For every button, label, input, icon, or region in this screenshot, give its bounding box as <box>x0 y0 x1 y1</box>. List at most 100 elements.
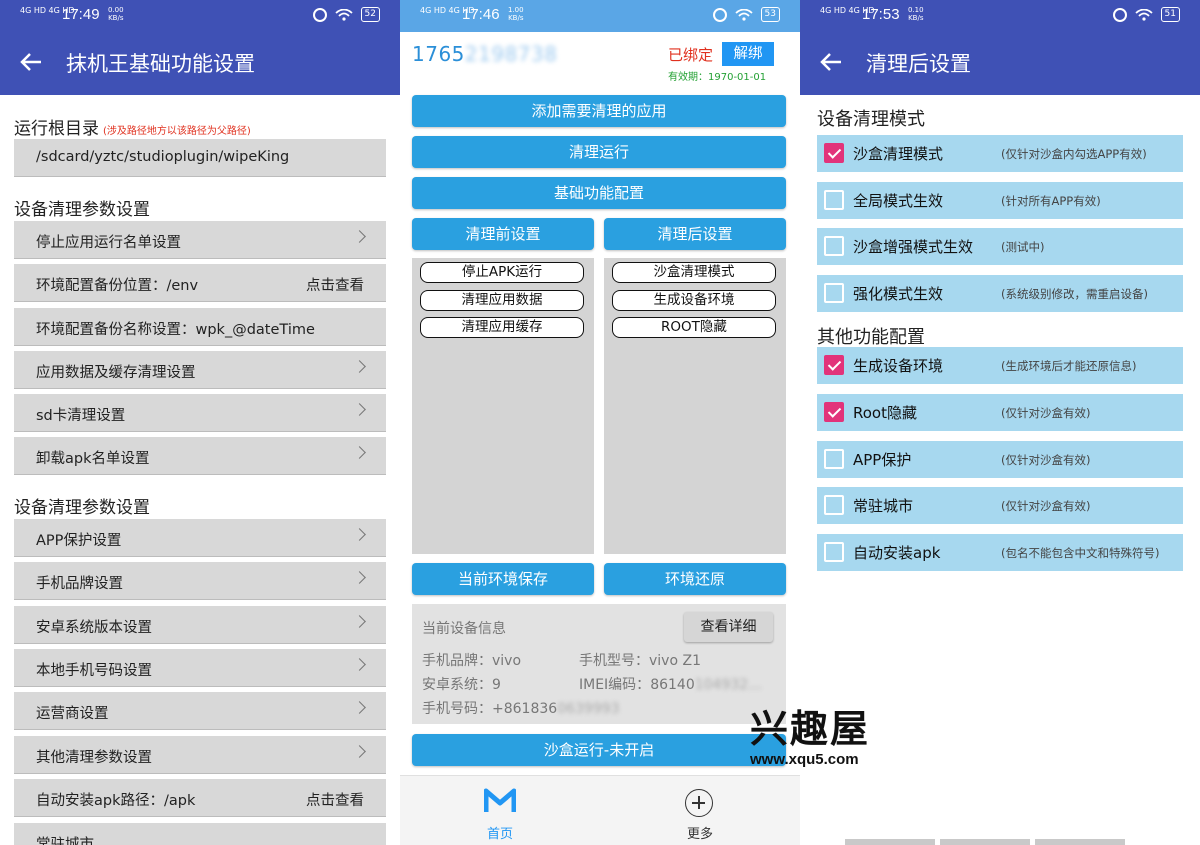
back-arrow-icon[interactable] <box>820 52 842 72</box>
setting-item[interactable]: 安卓系统版本设置 <box>14 606 386 644</box>
pre-chip[interactable]: 清理应用缓存 <box>420 317 584 338</box>
section-title: 设备清理参数设置 <box>14 498 150 518</box>
section-title: 设备清理参数设置 <box>14 200 150 220</box>
option-row[interactable]: Root隐藏 (仅针对沙盒有效) <box>817 394 1183 431</box>
watermark-logo: 兴趣屋 www.xqu5.com <box>750 707 890 777</box>
setting-label: sd卡清理设置 <box>36 408 126 424</box>
setting-item[interactable]: 其他清理参数设置 <box>14 736 386 774</box>
setting-item[interactable]: 手机品牌设置 <box>14 562 386 600</box>
pre-clean-settings-button[interactable]: 清理前设置 <box>412 218 594 250</box>
option-name: 生成设备环境 <box>853 357 944 375</box>
battery-icon: 51 <box>1160 7 1180 22</box>
status-bar: 4G HD 4G HD 17:53 0.10 KB/s 51 <box>800 0 1200 32</box>
page-title: 清理后设置 <box>866 52 971 76</box>
option-row[interactable]: 沙盒增强模式生效 (测试中) <box>817 228 1183 265</box>
checkbox[interactable] <box>824 190 844 210</box>
sandbox-run-button[interactable]: 沙盒运行-未开启 <box>412 734 786 766</box>
unbind-button[interactable]: 解绑 <box>722 42 774 66</box>
post-clean-settings-button[interactable]: 清理后设置 <box>604 218 786 250</box>
checkbox-checked[interactable] <box>824 143 844 163</box>
add-apps-button[interactable]: 添加需要清理的应用 <box>412 95 786 127</box>
app-bar: 4G HD 4G HD 17:53 0.10 KB/s 51 清理后设置 <box>800 0 1200 95</box>
back-arrow-icon[interactable] <box>20 52 42 72</box>
setting-label: 手机品牌设置 <box>36 576 123 592</box>
alarm-icon <box>312 7 327 22</box>
setting-label: 卸载apk名单设置 <box>36 451 150 467</box>
nav-more[interactable]: 更多 <box>600 776 800 845</box>
device-info-card: 当前设备信息 查看详细 手机品牌：vivo 手机型号：vivo Z1 安卓系统：… <box>412 604 786 724</box>
checkbox[interactable] <box>824 283 844 303</box>
chevron-right-icon <box>353 658 366 671</box>
option-note: (仅针对沙盒有效) <box>1001 406 1091 420</box>
view-link[interactable]: 点击查看 <box>306 789 364 810</box>
section-title: 设备清理模式 <box>817 109 925 130</box>
setting-item[interactable]: 卸载apk名单设置 <box>14 437 386 475</box>
nav-home[interactable]: 首页 <box>400 776 600 845</box>
chevron-right-icon <box>353 528 366 541</box>
post-clean-panel: 沙盒清理模式 生成设备环境 ROOT隐藏 <box>604 258 786 554</box>
checkbox[interactable] <box>824 449 844 469</box>
chevron-right-icon <box>353 745 366 758</box>
account-phone: 17652198738 <box>412 42 558 66</box>
wifi-icon <box>334 8 353 21</box>
option-row[interactable]: 常驻城市 (仅针对沙盒有效) <box>817 487 1183 524</box>
bottom-strip <box>1035 839 1125 845</box>
option-row[interactable]: 全局模式生效 (针对所有APP有效) <box>817 182 1183 219</box>
setting-item[interactable]: 常驻城市 <box>14 823 386 845</box>
checkbox[interactable] <box>824 236 844 256</box>
setting-item[interactable]: 环境配置备份名称设置：wpk_@dateTime <box>14 308 386 346</box>
option-row[interactable]: 沙盒清理模式 (仅针对沙盒内勾选APP有效) <box>817 135 1183 172</box>
pre-chip[interactable]: 清理应用数据 <box>420 290 584 311</box>
option-note: (系统级别修改，需重启设备) <box>1001 287 1148 301</box>
setting-item[interactable]: 运营商设置 <box>14 692 386 730</box>
android-value: 安卓系统：9 <box>422 677 501 693</box>
pre-chip[interactable]: 停止APK运行 <box>420 262 584 283</box>
option-row[interactable]: 生成设备环境 (生成环境后才能还原信息) <box>817 347 1183 384</box>
view-details-button[interactable]: 查看详细 <box>684 612 773 642</box>
chevron-right-icon <box>353 571 366 584</box>
post-chip[interactable]: ROOT隐藏 <box>612 317 776 338</box>
wifi-icon <box>1134 8 1153 21</box>
option-row[interactable]: 强化模式生效 (系统级别修改，需重启设备) <box>817 275 1183 312</box>
setting-item[interactable]: sd卡清理设置 <box>14 394 386 432</box>
setting-item[interactable]: 自动安装apk路径：/apk 点击查看 <box>14 779 386 817</box>
option-name: 沙盒增强模式生效 <box>853 238 974 256</box>
save-env-button[interactable]: 当前环境保存 <box>412 563 594 595</box>
setting-label: 应用数据及缓存清理设置 <box>36 365 196 381</box>
net-speed: 0.10 KB/s <box>908 6 924 22</box>
setting-item[interactable]: 环境配置备份位置：/env 点击查看 <box>14 264 386 302</box>
pre-clean-panel: 停止APK运行 清理应用数据 清理应用缓存 <box>412 258 594 554</box>
section-title: 其他功能配置 <box>817 327 925 348</box>
root-dir-label: 运行根目录 (涉及路径地方以该路径为父路径) <box>14 119 251 139</box>
checkbox-checked[interactable] <box>824 402 844 422</box>
checkbox[interactable] <box>824 542 844 562</box>
checkbox-checked[interactable] <box>824 355 844 375</box>
chevron-right-icon <box>353 403 366 416</box>
view-link[interactable]: 点击查看 <box>306 274 364 295</box>
checkbox[interactable] <box>824 495 844 515</box>
home-m-icon <box>484 788 516 812</box>
basic-config-button[interactable]: 基础功能配置 <box>412 177 786 209</box>
setting-item[interactable]: APP保护设置 <box>14 519 386 557</box>
setting-item[interactable]: 应用数据及缓存清理设置 <box>14 351 386 389</box>
device-info-title: 当前设备信息 <box>422 621 506 637</box>
option-name: Root隐藏 <box>853 404 917 422</box>
clean-run-button[interactable]: 清理运行 <box>412 136 786 168</box>
root-path-value: /sdcard/yztc/studioplugin/wipeKing <box>36 149 290 165</box>
post-chip[interactable]: 沙盒清理模式 <box>612 262 776 283</box>
restore-env-button[interactable]: 环境还原 <box>604 563 786 595</box>
screen-basic-settings: 4G HD 4G HD 17:49 0.00 KB/s 52 抹机王基础功能设置 … <box>0 0 400 845</box>
battery-icon: 52 <box>360 7 380 22</box>
bottom-nav: 首页 更多 <box>400 775 800 845</box>
post-chip[interactable]: 生成设备环境 <box>612 290 776 311</box>
option-row[interactable]: 自动安装apk (包名不能包含中文和特殊符号) <box>817 534 1183 571</box>
setting-item[interactable]: 本地手机号码设置 <box>14 649 386 687</box>
imei-value: IMEI编码：86140104932… <box>579 677 763 693</box>
setting-item[interactable]: 停止应用运行名单设置 <box>14 221 386 259</box>
setting-label: 自动安装apk路径：/apk <box>36 793 196 809</box>
setting-label: 停止应用运行名单设置 <box>36 235 181 251</box>
option-row[interactable]: APP保护 (仅针对沙盒有效) <box>817 441 1183 478</box>
option-name: 自动安装apk <box>853 544 941 562</box>
root-path-field[interactable]: /sdcard/yztc/studioplugin/wipeKing <box>14 139 386 177</box>
add-circle-icon <box>685 789 713 817</box>
